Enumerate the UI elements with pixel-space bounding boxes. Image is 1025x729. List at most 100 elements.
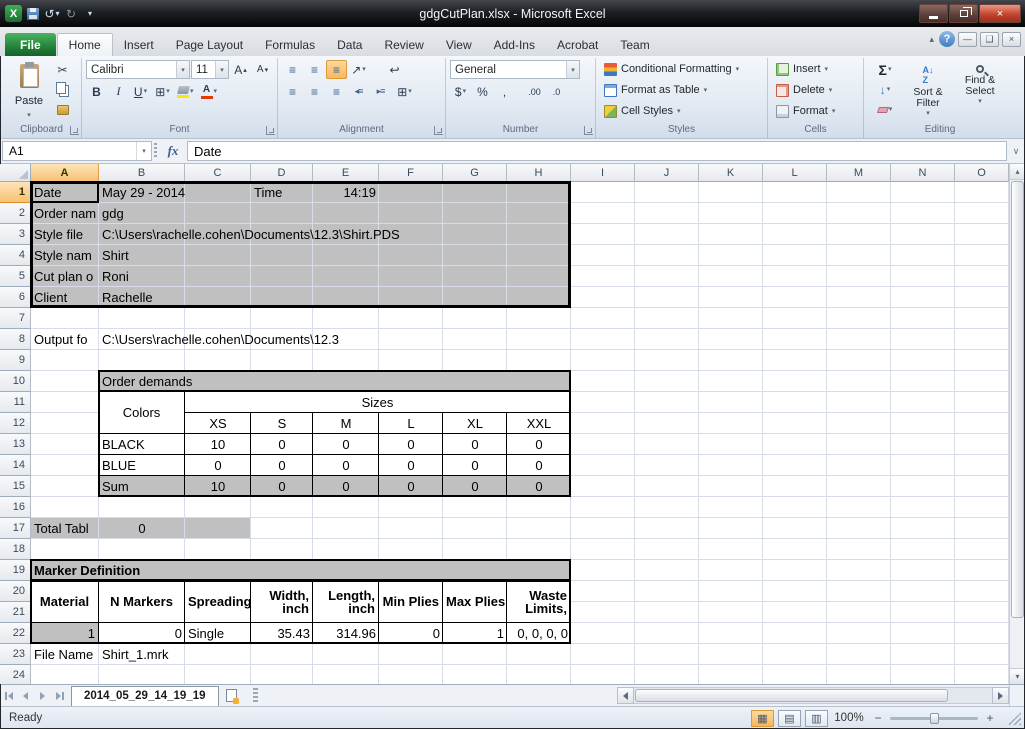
scroll-right-icon[interactable] bbox=[992, 687, 1009, 704]
increase-indent-button[interactable]: ▸≡ bbox=[370, 82, 391, 101]
orientation-button[interactable]: ↗▾ bbox=[348, 60, 369, 79]
cell-G5[interactable] bbox=[443, 266, 507, 287]
top-align-button[interactable]: ≡ bbox=[282, 60, 303, 79]
cell-M13[interactable] bbox=[827, 434, 891, 455]
cell-I22[interactable] bbox=[571, 623, 635, 644]
cell-J11[interactable] bbox=[635, 392, 699, 413]
cell-G1[interactable] bbox=[443, 182, 507, 203]
cell-C10[interactable] bbox=[185, 371, 251, 392]
fill-button[interactable]: ↓▾ bbox=[868, 80, 902, 99]
autosum-button[interactable]: Σ▾ bbox=[868, 60, 902, 79]
cell-B8[interactable] bbox=[99, 329, 185, 350]
minimize-button[interactable] bbox=[919, 4, 948, 23]
cell-K23[interactable] bbox=[699, 644, 763, 665]
cell-E13[interactable] bbox=[313, 434, 379, 455]
cell-N7[interactable] bbox=[891, 308, 955, 329]
find-select-button[interactable]: Find & Select ▾ bbox=[954, 59, 1006, 121]
name-box-splitter[interactable] bbox=[154, 143, 157, 159]
row-header-7[interactable]: 7 bbox=[0, 308, 31, 329]
cell-C14[interactable] bbox=[185, 455, 251, 476]
cell-B3[interactable] bbox=[99, 224, 185, 245]
cell-E16[interactable] bbox=[313, 497, 379, 518]
decrease-decimal-button[interactable]: .0 bbox=[546, 82, 567, 101]
tab-home[interactable]: Home bbox=[57, 33, 113, 56]
format-cells-button[interactable]: Format▾ bbox=[772, 101, 859, 121]
number-format-select[interactable]: General ▾ bbox=[450, 60, 580, 79]
cell-L16[interactable] bbox=[763, 497, 827, 518]
cell-J22[interactable] bbox=[635, 623, 699, 644]
cell-H22[interactable] bbox=[507, 623, 571, 644]
cell-H12[interactable] bbox=[507, 413, 571, 434]
tab-view[interactable]: View bbox=[435, 33, 483, 56]
cell-G17[interactable] bbox=[443, 518, 507, 539]
cell-N5[interactable] bbox=[891, 266, 955, 287]
cell-N22[interactable] bbox=[891, 623, 955, 644]
cell-M11[interactable] bbox=[827, 392, 891, 413]
cell-L23[interactable] bbox=[763, 644, 827, 665]
workbook-minimize-button[interactable]: — bbox=[958, 32, 977, 47]
cell-C13[interactable] bbox=[185, 434, 251, 455]
cell-G22[interactable] bbox=[443, 623, 507, 644]
insert-cells-button[interactable]: Insert▾ bbox=[772, 59, 859, 79]
cell-E12[interactable] bbox=[313, 413, 379, 434]
cell-B20[interactable] bbox=[99, 581, 185, 602]
cell-F23[interactable] bbox=[379, 644, 443, 665]
cell-C4[interactable] bbox=[185, 245, 251, 266]
tab-file[interactable]: File bbox=[5, 33, 56, 56]
cell-D9[interactable] bbox=[251, 350, 313, 371]
column-header-E[interactable]: E bbox=[313, 164, 379, 182]
cell-L20[interactable] bbox=[763, 581, 827, 602]
cell-M16[interactable] bbox=[827, 497, 891, 518]
cell-G18[interactable] bbox=[443, 539, 507, 560]
cell-O20[interactable] bbox=[955, 581, 1009, 602]
cell-E23[interactable] bbox=[313, 644, 379, 665]
cell-N3[interactable] bbox=[891, 224, 955, 245]
cell-A9[interactable] bbox=[31, 350, 99, 371]
cell-B13[interactable] bbox=[99, 434, 185, 455]
cell-J14[interactable] bbox=[635, 455, 699, 476]
cell-L19[interactable] bbox=[763, 560, 827, 581]
cell-H16[interactable] bbox=[507, 497, 571, 518]
italic-button[interactable]: I bbox=[108, 82, 129, 101]
cell-O9[interactable] bbox=[955, 350, 1009, 371]
cell-I1[interactable] bbox=[571, 182, 635, 203]
cell-C11[interactable] bbox=[185, 392, 251, 413]
page-break-view-button[interactable]: ▥ bbox=[805, 710, 828, 727]
restore-button[interactable] bbox=[949, 4, 978, 23]
cell-L22[interactable] bbox=[763, 623, 827, 644]
cell-B11[interactable] bbox=[99, 392, 185, 413]
cell-H14[interactable] bbox=[507, 455, 571, 476]
bottom-align-button[interactable]: ≡ bbox=[326, 60, 347, 79]
cell-D12[interactable] bbox=[251, 413, 313, 434]
column-header-H[interactable]: H bbox=[507, 164, 571, 182]
cell-E17[interactable] bbox=[313, 518, 379, 539]
delete-cells-button[interactable]: Delete▾ bbox=[772, 80, 859, 100]
cell-K15[interactable] bbox=[699, 476, 763, 497]
cell-O5[interactable] bbox=[955, 266, 1009, 287]
row-header-16[interactable]: 16 bbox=[0, 497, 31, 518]
cell-L6[interactable] bbox=[763, 287, 827, 308]
cell-B17[interactable] bbox=[99, 518, 185, 539]
cell-D16[interactable] bbox=[251, 497, 313, 518]
cell-L8[interactable] bbox=[763, 329, 827, 350]
workbook-restore-button[interactable]: ❑ bbox=[980, 32, 999, 47]
row-header-8[interactable]: 8 bbox=[0, 329, 31, 350]
cell-O7[interactable] bbox=[955, 308, 1009, 329]
cell-D5[interactable] bbox=[251, 266, 313, 287]
cell-F4[interactable] bbox=[379, 245, 443, 266]
cell-G9[interactable] bbox=[443, 350, 507, 371]
cell-K9[interactable] bbox=[699, 350, 763, 371]
cell-C24[interactable] bbox=[185, 665, 251, 684]
cell-B19[interactable] bbox=[99, 560, 185, 581]
cell-J4[interactable] bbox=[635, 245, 699, 266]
column-header-O[interactable]: O bbox=[955, 164, 1009, 182]
cell-J5[interactable] bbox=[635, 266, 699, 287]
cell-A6[interactable] bbox=[31, 287, 99, 308]
cell-A3[interactable] bbox=[31, 224, 99, 245]
clear-button[interactable]: ▾ bbox=[868, 100, 902, 119]
row-header-10[interactable]: 10 bbox=[0, 371, 31, 392]
cell-L24[interactable] bbox=[763, 665, 827, 684]
shrink-font-button[interactable]: A▾ bbox=[252, 60, 273, 79]
cell-K3[interactable] bbox=[699, 224, 763, 245]
cell-J18[interactable] bbox=[635, 539, 699, 560]
